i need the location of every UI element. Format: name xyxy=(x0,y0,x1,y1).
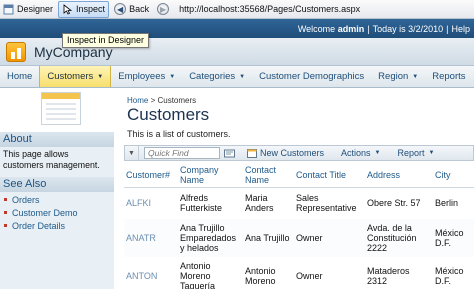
actions-menu[interactable]: Actions ▼ xyxy=(341,148,380,158)
cell-city: Berlin xyxy=(435,198,459,209)
column-header-customer[interactable]: Customer# xyxy=(124,165,178,188)
cell-city: México D.F. xyxy=(435,265,464,286)
see-also-orders[interactable]: Orders xyxy=(4,193,110,206)
designer-label: Designer xyxy=(17,4,54,14)
menu-reports[interactable]: Reports xyxy=(425,66,472,87)
main-content: Home > Customers Customers This is a lis… xyxy=(122,88,474,289)
see-also-heading: See Also xyxy=(0,177,114,192)
cell-company-name: Antonio Moreno Taquería xyxy=(180,260,216,289)
cursor-icon xyxy=(63,3,73,15)
cell-contact-name: Maria Anders xyxy=(245,193,274,214)
dropdown-arrow-icon: ▼ xyxy=(374,150,381,156)
menu-categories[interactable]: Categories ▼ xyxy=(182,66,252,87)
customers-grid: Customer# Company Name Contact Name Cont… xyxy=(124,165,474,289)
dropdown-arrow-icon: ▼ xyxy=(169,73,176,80)
dropdown-arrow-icon: ▼ xyxy=(239,73,246,80)
cell-customer-id[interactable]: ALFKI xyxy=(124,188,178,219)
back-arrow-icon: ◀ xyxy=(114,3,127,15)
inspect-tooltip: Inspect in Designer xyxy=(62,33,150,48)
menu-employees[interactable]: Employees ▼ xyxy=(111,66,182,87)
cell-contact-name: Ana Trujillo xyxy=(245,232,290,243)
welcome-user: admin xyxy=(337,23,365,34)
page-description: This is a list of customers. xyxy=(127,129,231,139)
bullet-icon xyxy=(4,224,7,227)
bullet-icon xyxy=(4,211,7,214)
breadcrumb-home[interactable]: Home xyxy=(127,96,148,105)
breadcrumb: Home > Customers xyxy=(127,96,196,105)
chevron-down-icon[interactable]: ▼ xyxy=(125,146,139,160)
forward-button[interactable]: ▶ xyxy=(154,1,175,18)
company-logo-icon xyxy=(6,42,26,62)
see-also-order-details[interactable]: Order Details xyxy=(4,219,110,232)
cell-address: Obere Str. 57 xyxy=(367,198,421,209)
search-icon[interactable] xyxy=(224,149,235,158)
address-url[interactable]: http://localhost:35568/Pages/Customers.a… xyxy=(179,4,360,14)
inspect-button[interactable]: Inspect xyxy=(58,0,110,18)
forward-arrow-icon: ▶ xyxy=(157,3,170,15)
page-title: Customers xyxy=(127,105,210,124)
cell-city: México D.F. xyxy=(435,227,464,248)
page-thumbnail-icon xyxy=(41,92,81,125)
report-menu[interactable]: Report ▼ xyxy=(397,148,434,158)
breadcrumb-separator: > xyxy=(150,96,156,105)
column-header-city[interactable]: City xyxy=(433,165,474,188)
cell-company-name: Ana Trujillo Emparedados y helados xyxy=(180,222,237,253)
bullet-icon xyxy=(4,198,7,201)
dropdown-arrow-icon: ▼ xyxy=(428,150,435,156)
today-date: Today is 3/2/2010 xyxy=(372,23,444,34)
cell-address: Mataderos 2312 xyxy=(367,265,410,286)
cell-contact-title: Owner xyxy=(296,270,323,281)
help-link[interactable]: Help xyxy=(451,24,470,34)
quick-find-input[interactable]: Quick Find xyxy=(144,147,220,159)
breadcrumb-current: Customers xyxy=(157,96,197,105)
new-customers-button[interactable]: New Customers xyxy=(247,148,324,158)
cell-contact-name: Antonio Moreno xyxy=(245,265,276,286)
inspect-label: Inspect xyxy=(76,4,106,14)
about-heading: About xyxy=(0,132,114,147)
back-button[interactable]: ◀ Back xyxy=(111,1,152,18)
menu-customer-demographics[interactable]: Customer Demographics xyxy=(252,66,371,87)
column-header-contact-title[interactable]: Contact Title xyxy=(294,165,365,188)
about-text: This page allows customers management. xyxy=(0,147,114,177)
designer-button[interactable]: Designer xyxy=(0,1,56,18)
dropdown-arrow-icon: ▼ xyxy=(412,73,419,80)
cell-customer-id[interactable]: ANATR xyxy=(124,219,178,257)
dropdown-arrow-icon: ▼ xyxy=(97,73,104,80)
table-row[interactable]: ANTON Antonio Moreno Taquería Antonio Mo… xyxy=(124,257,474,289)
welcome-text: Welcome xyxy=(297,23,336,34)
sidebar: About This page allows customers managem… xyxy=(0,88,114,289)
main-menu: Home Customers ▼ Employees ▼ Categories ▼ C… xyxy=(0,66,474,88)
column-header-address[interactable]: Address xyxy=(365,165,433,188)
new-record-icon xyxy=(247,148,257,158)
see-also-customer-demo[interactable]: Customer Demo xyxy=(4,206,110,219)
column-header-company-name[interactable]: Company Name xyxy=(178,165,243,188)
menu-region[interactable]: Region ▼ xyxy=(371,66,425,87)
back-label: Back xyxy=(129,4,150,14)
table-row[interactable]: ANATR Ana Trujillo Emparedados y helados… xyxy=(124,218,474,257)
designer-icon xyxy=(3,4,14,14)
cell-contact-title: Sales Representative xyxy=(296,193,357,214)
cell-company-name: Alfreds Futterkiste xyxy=(180,193,223,214)
menu-home[interactable]: Home xyxy=(0,66,39,87)
browser-toolbar: Designer Inspect ◀ Back ▶ http://localho… xyxy=(0,0,474,19)
cell-contact-title: Owner xyxy=(296,232,323,243)
see-also-list: Orders Customer Demo Order Details xyxy=(0,192,114,289)
column-header-contact-name[interactable]: Contact Name xyxy=(243,165,294,188)
table-row[interactable]: ALFKI Alfreds Futterkiste Maria Anders S… xyxy=(124,188,474,219)
menu-customers[interactable]: Customers ▼ xyxy=(39,66,112,87)
action-bar: ▼ Quick Find New Customers Actions ▼ Repo… xyxy=(124,145,474,161)
cell-address: Avda. de la Constitución 2222 xyxy=(367,222,417,253)
cell-customer-id[interactable]: ANTON xyxy=(124,257,178,289)
